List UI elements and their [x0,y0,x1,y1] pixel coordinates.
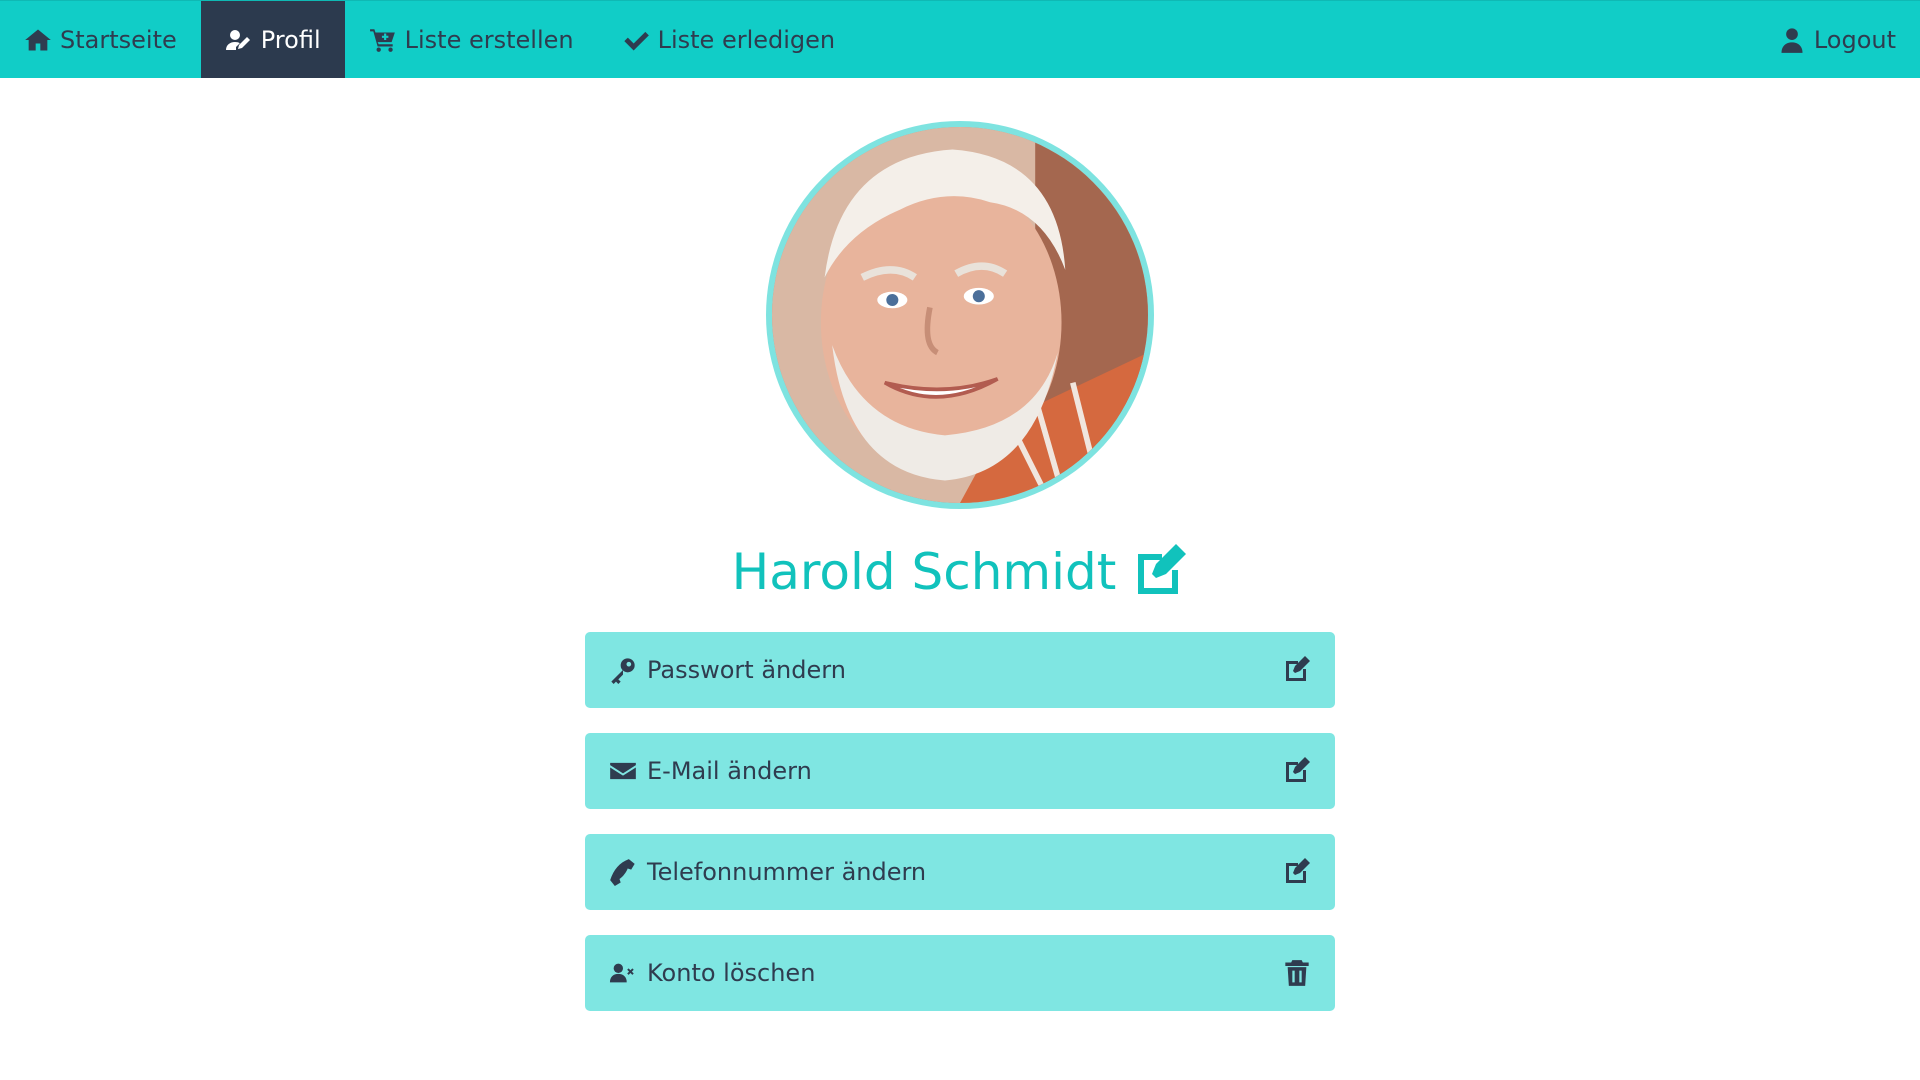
nav-startseite-label: Startseite [60,25,177,54]
nav-liste-erstellen-label: Liste erstellen [404,25,574,54]
edit-icon [1283,656,1311,684]
change-password-button[interactable]: Passwort ändern [585,632,1335,708]
change-email-label: E-Mail ändern [647,757,812,785]
change-password-label: Passwort ändern [647,656,846,684]
delete-account-label: Konto löschen [647,959,816,987]
key-icon [609,656,637,684]
delete-account-button[interactable]: Konto löschen [585,935,1335,1011]
profile-name: Harold Schmidt [731,543,1117,601]
nav-liste-erledigen-label: Liste erledigen [657,25,836,54]
nav-profil[interactable]: Profil [200,1,345,78]
nav-startseite[interactable]: Startseite [0,1,201,78]
phone-icon [609,858,637,886]
change-phone-label: Telefonnummer ändern [647,858,927,886]
top-navbar: Startseite Profil Liste erstellen Liste … [0,0,1920,78]
avatar-frame [766,121,1154,509]
nav-logout[interactable]: Logout [1754,1,1920,78]
nav-profil-label: Profil [260,25,321,54]
change-phone-button[interactable]: Telefonnummer ändern [585,834,1335,910]
change-email-button[interactable]: E-Mail ändern [585,733,1335,809]
user-times-icon [609,959,637,987]
trash-icon [1283,959,1311,987]
check-icon [622,26,650,54]
user-icon [1778,26,1806,54]
edit-name-icon[interactable] [1132,544,1188,600]
user-edit-icon [225,26,253,54]
edit-icon [1283,858,1311,886]
profile-name-row: Harold Schmidt [0,540,1920,604]
nav-liste-erledigen[interactable]: Liste erledigen [598,1,860,78]
cart-plus-icon [369,26,397,54]
home-icon [24,26,52,54]
avatar-photo [772,127,1148,503]
profile-actions: Passwort ändern E-Mail ändern Telefonnum… [585,632,1335,1011]
nav-liste-erstellen[interactable]: Liste erstellen [345,1,598,78]
avatar [772,127,1148,503]
nav-logout-label: Logout [1813,25,1896,54]
edit-icon [1283,757,1311,785]
envelope-icon [609,757,637,785]
